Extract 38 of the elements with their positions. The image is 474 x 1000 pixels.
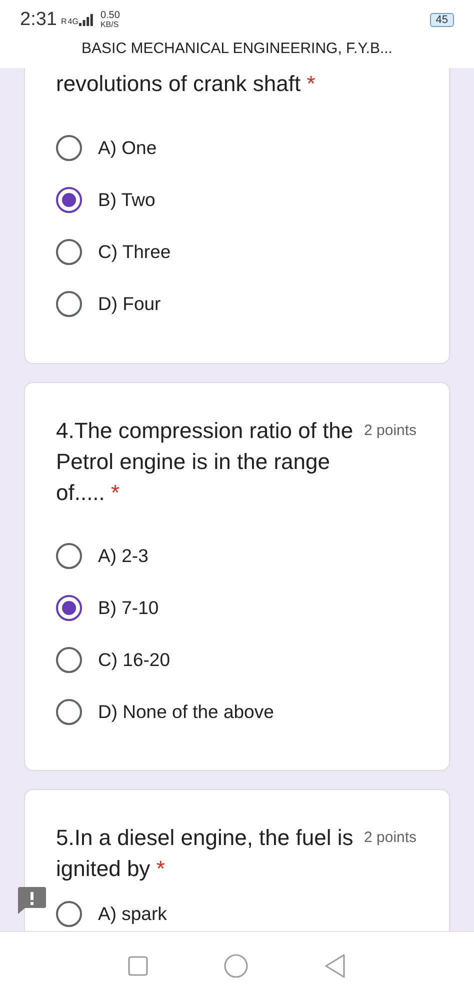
option-label[interactable]: B) 7-10 [98,597,159,619]
option-label[interactable]: C) 16-20 [98,649,170,671]
option-label[interactable]: B) Two [98,189,156,211]
roaming-indicator: R [60,18,67,26]
recents-icon[interactable] [128,956,148,976]
question-text: revolutions of crank shaft * [56,70,316,98]
data-unit: KB/S [100,21,120,29]
signal-icon [79,14,94,26]
option-label[interactable]: C) Three [98,241,171,263]
network-type: 4G [68,18,78,26]
feedback-icon[interactable] [18,887,46,914]
form-title: BASIC MECHANICAL ENGINEERING, F.Y.B... [82,40,392,57]
required-mark: * [306,71,316,96]
battery-indicator: 45 [430,13,454,27]
data-speed: 0.50 [100,11,120,21]
option-label[interactable]: A) 2-3 [98,545,148,567]
radio-button[interactable] [56,543,82,569]
radio-button[interactable] [56,187,82,213]
option-label[interactable]: A) One [98,137,157,159]
radio-button[interactable] [56,647,82,673]
question-text: 5.In a diesel engine, the fuel is ignited by * [56,824,354,883]
option-label[interactable]: D) None of the above [98,701,274,723]
radio-button[interactable] [56,291,82,317]
required-mark: * [111,480,120,505]
option-label[interactable]: A) spark [98,903,167,925]
points-label: 2 points [364,421,417,441]
question-text: 4.The compression ratio of the Petrol engine is in the range of..... * [56,417,354,507]
required-mark: * [156,856,165,881]
clock-time: 2:31 [20,9,57,31]
back-icon[interactable] [324,954,346,978]
radio-button[interactable] [56,239,82,265]
radio-button[interactable] [56,135,82,161]
radio-button[interactable] [56,901,82,927]
points-label: 2 points [364,828,417,848]
radio-button[interactable] [56,699,82,725]
home-icon[interactable] [224,954,248,978]
option-label[interactable]: D) Four [98,293,161,315]
radio-button[interactable] [56,595,82,621]
